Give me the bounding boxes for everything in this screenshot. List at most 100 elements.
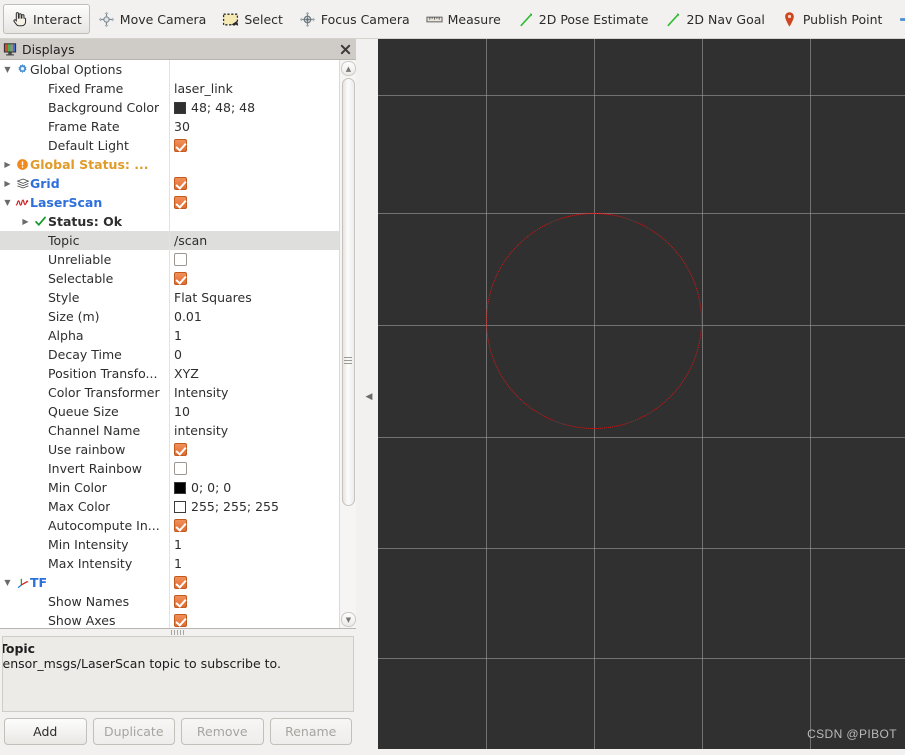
tool-interact[interactable]: Interact bbox=[3, 4, 90, 34]
tree-row-unreliable[interactable]: Unreliable bbox=[0, 250, 339, 269]
tree-row-value-cell[interactable]: 48; 48; 48 bbox=[170, 98, 339, 117]
checkbox-tf[interactable] bbox=[174, 576, 187, 589]
tree-row-value-cell[interactable]: Flat Squares bbox=[170, 288, 339, 307]
tree-row-autocompute-intensity[interactable]: Autocompute In... bbox=[0, 516, 339, 535]
tree-row-value-cell[interactable] bbox=[170, 440, 339, 459]
dock-splitter[interactable]: ◀ bbox=[356, 39, 378, 755]
scrollbar-thumb[interactable] bbox=[342, 78, 355, 506]
chevron-down-icon[interactable]: ▼ bbox=[0, 573, 15, 592]
tree-row-value-cell[interactable]: 0; 0; 0 bbox=[170, 478, 339, 497]
color-swatch-background-color[interactable] bbox=[174, 101, 186, 114]
tree-row-value-cell[interactable] bbox=[170, 136, 339, 155]
color-swatch-min-color[interactable] bbox=[174, 481, 186, 494]
tool-select[interactable]: Select bbox=[214, 4, 291, 34]
tree-row-value-cell[interactable] bbox=[170, 592, 339, 611]
tree-row-max-intensity[interactable]: Max Intensity 1 bbox=[0, 554, 339, 573]
3d-render-view[interactable]: CSDN @PIBOT bbox=[378, 39, 905, 749]
tree-row-laserscan[interactable]: ▼ LaserScan bbox=[0, 193, 339, 212]
color-swatch-max-color[interactable] bbox=[174, 500, 186, 513]
tree-row-channel-name[interactable]: Channel Name intensity bbox=[0, 421, 339, 440]
tree-row-min-intensity[interactable]: Min Intensity 1 bbox=[0, 535, 339, 554]
tree-row-use-rainbow[interactable]: Use rainbow bbox=[0, 440, 339, 459]
checkbox-invert-rainbow[interactable] bbox=[174, 462, 187, 475]
tool-move-camera[interactable]: Move Camera bbox=[90, 4, 215, 34]
checkbox-selectable[interactable] bbox=[174, 272, 187, 285]
tree-row-show-names[interactable]: Show Names bbox=[0, 592, 339, 611]
tool-publish-point[interactable]: Publish Point bbox=[773, 4, 891, 34]
tree-row-status-ok[interactable]: ▶ Status: Ok bbox=[0, 212, 339, 231]
tree-row-decay-time[interactable]: Decay Time 0 bbox=[0, 345, 339, 364]
tree-row-value-cell[interactable]: 255; 255; 255 bbox=[170, 497, 339, 516]
checkbox-show-names[interactable] bbox=[174, 595, 187, 608]
tree-row-default-light[interactable]: Default Light bbox=[0, 136, 339, 155]
checkbox-grid[interactable] bbox=[174, 177, 187, 190]
tree-row-value-cell[interactable] bbox=[170, 250, 339, 269]
tree-row-value-cell[interactable]: intensity bbox=[170, 421, 339, 440]
chevron-right-icon[interactable]: ▶ bbox=[18, 212, 33, 231]
tool-2d-nav-goal[interactable]: 2D Nav Goal bbox=[656, 4, 772, 34]
chevron-down-icon[interactable]: ▼ bbox=[0, 60, 15, 79]
checkbox-laserscan[interactable] bbox=[174, 196, 187, 209]
checkbox-unreliable[interactable] bbox=[174, 253, 187, 266]
tree-row-fixed-frame[interactable]: Fixed Frame laser_link bbox=[0, 79, 339, 98]
tree-row-show-axes[interactable]: Show Axes bbox=[0, 611, 339, 628]
tree-row-value-cell[interactable]: laser_link bbox=[170, 79, 339, 98]
tree-row-value-cell[interactable]: /scan bbox=[170, 231, 339, 250]
tree-row-value-cell[interactable]: Intensity bbox=[170, 383, 339, 402]
tree-vertical-scrollbar[interactable]: ▲ ▼ bbox=[339, 60, 356, 628]
tree-row-style[interactable]: Style Flat Squares bbox=[0, 288, 339, 307]
checkbox-default-light[interactable] bbox=[174, 139, 187, 152]
tree-row-topic[interactable]: Topic/scan bbox=[0, 231, 339, 250]
tree-row-value-cell[interactable] bbox=[170, 459, 339, 478]
tree-row-global-status[interactable]: ▶ Global Status: ... bbox=[0, 155, 339, 174]
checkbox-autocompute-intensity[interactable] bbox=[174, 519, 187, 532]
tree-row-invert-rainbow[interactable]: Invert Rainbow bbox=[0, 459, 339, 478]
scroll-up-arrow-icon[interactable]: ▲ bbox=[341, 61, 356, 76]
tree-row-max-color[interactable]: Max Color 255; 255; 255 bbox=[0, 497, 339, 516]
tree-row-size-m[interactable]: Size (m) 0.01 bbox=[0, 307, 339, 326]
remove-button[interactable]: Remove bbox=[181, 717, 264, 745]
tree-row-value-cell[interactable] bbox=[170, 516, 339, 535]
tree-row-value-cell[interactable]: 1 bbox=[170, 326, 339, 345]
tree-row-background-color[interactable]: Background Color 48; 48; 48 bbox=[0, 98, 339, 117]
tree-row-value-cell[interactable] bbox=[170, 269, 339, 288]
tree-row-color-transformer[interactable]: Color Transformer Intensity bbox=[0, 383, 339, 402]
checkbox-show-axes[interactable] bbox=[174, 614, 187, 627]
rename-button[interactable]: Rename bbox=[269, 717, 352, 745]
scroll-down-arrow-icon[interactable]: ▼ bbox=[341, 612, 356, 627]
tree-row-global-options[interactable]: ▼ Global Options bbox=[0, 60, 339, 79]
tree-row-grid[interactable]: ▶ Grid bbox=[0, 174, 339, 193]
tree-row-tf[interactable]: ▼ TF bbox=[0, 573, 339, 592]
tree-row-value-cell[interactable]: 10 bbox=[170, 402, 339, 421]
tree-row-value-cell[interactable] bbox=[170, 573, 339, 592]
duplicate-button[interactable]: Duplicate bbox=[92, 717, 175, 745]
tree-row-value-cell[interactable] bbox=[170, 611, 339, 628]
tree-row-alpha[interactable]: Alpha 1 bbox=[0, 326, 339, 345]
tool-measure[interactable]: Measure bbox=[418, 4, 509, 34]
tree-row-selectable[interactable]: Selectable bbox=[0, 269, 339, 288]
tree-row-value-cell[interactable]: 1 bbox=[170, 535, 339, 554]
tree-row-value-cell[interactable]: 0.01 bbox=[170, 307, 339, 326]
tree-row-frame-rate[interactable]: Frame Rate 30 bbox=[0, 117, 339, 136]
add-button[interactable]: Add bbox=[4, 717, 87, 745]
add-tool-button[interactable] bbox=[890, 4, 905, 34]
tree-row-value-cell[interactable]: XYZ bbox=[170, 364, 339, 383]
tree-row-value-cell[interactable]: 1 bbox=[170, 554, 339, 573]
tool-focus-camera[interactable]: Focus Camera bbox=[291, 4, 418, 34]
chevron-down-icon[interactable]: ▼ bbox=[0, 193, 15, 212]
chevron-right-icon[interactable]: ▶ bbox=[0, 174, 15, 193]
tree-row-value-cell[interactable] bbox=[170, 193, 339, 212]
tree-row-position-transformer[interactable]: Position Transfo... XYZ bbox=[0, 364, 339, 383]
tree-row-value-cell[interactable]: 0 bbox=[170, 345, 339, 364]
close-icon[interactable] bbox=[338, 42, 352, 56]
tree-row-min-color[interactable]: Min Color 0; 0; 0 bbox=[0, 478, 339, 497]
panel-resize-handle[interactable] bbox=[0, 629, 356, 636]
tool-2d-pose-estimate[interactable]: 2D Pose Estimate bbox=[509, 4, 657, 34]
display-properties-tree[interactable]: ▼ Global Options Fixed Frame laser_link Back… bbox=[0, 59, 356, 629]
checkbox-use-rainbow[interactable] bbox=[174, 443, 187, 456]
tree-row-queue-size[interactable]: Queue Size 10 bbox=[0, 402, 339, 421]
chevron-right-icon[interactable]: ▶ bbox=[0, 155, 15, 174]
tree-row-value-cell[interactable] bbox=[170, 174, 339, 193]
tree-row-value-cell[interactable]: 30 bbox=[170, 117, 339, 136]
chevron-left-icon[interactable]: ◀ bbox=[366, 392, 373, 402]
